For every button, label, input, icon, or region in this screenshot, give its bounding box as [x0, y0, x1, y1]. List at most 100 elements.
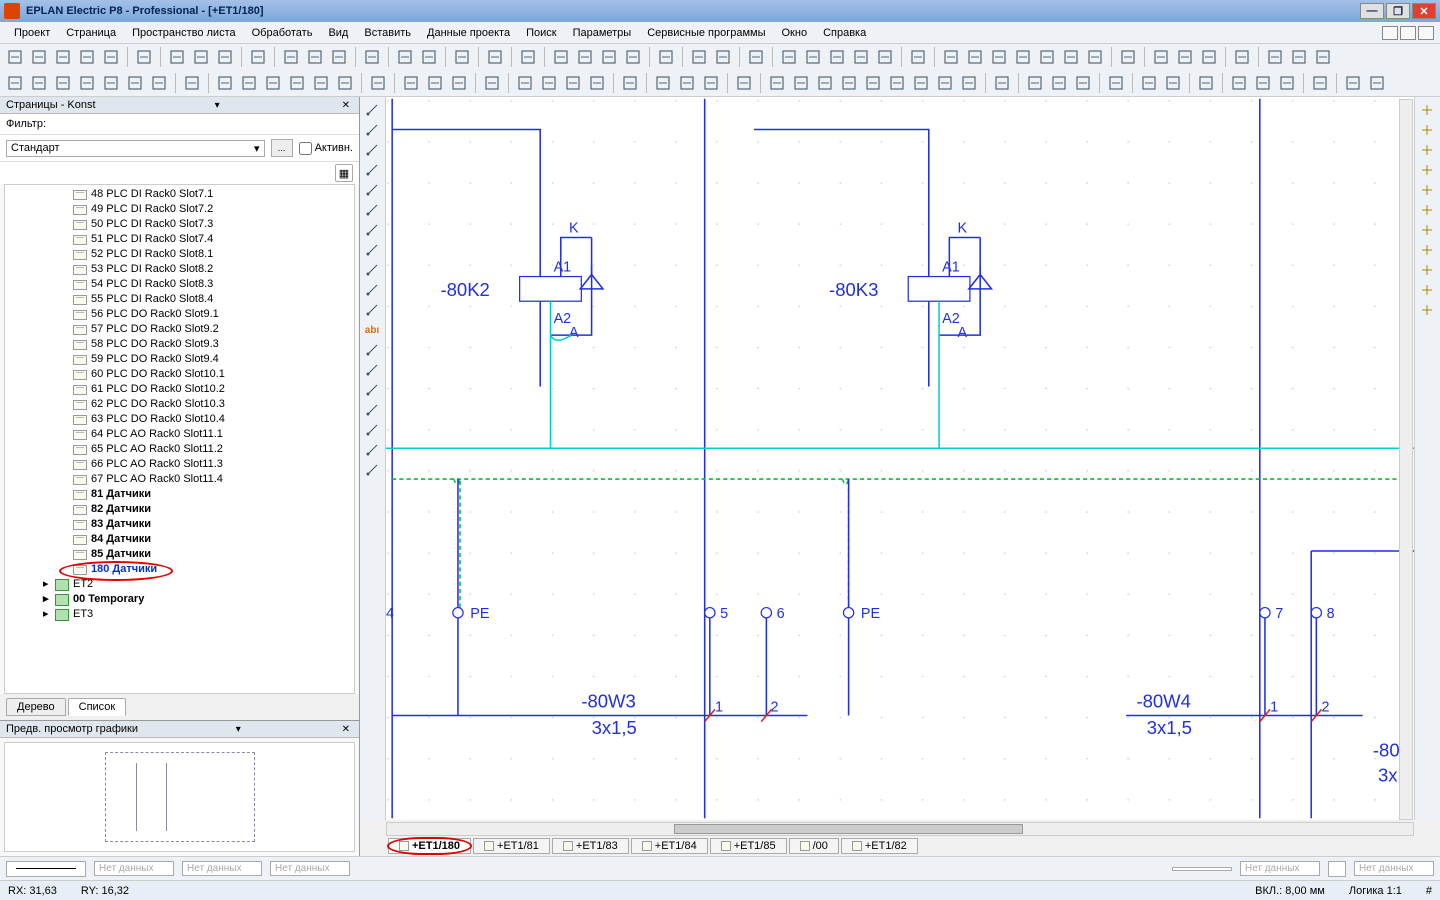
horizontal-scrollbar[interactable]: [386, 822, 1414, 836]
rtool-4-icon[interactable]: [1417, 181, 1437, 199]
toolbar2-btn-1[interactable]: [28, 72, 50, 94]
minimize-button[interactable]: —: [1360, 3, 1384, 19]
toolbar1-btn-30[interactable]: [850, 46, 872, 68]
toolbar2-btn-42[interactable]: [1138, 72, 1160, 94]
toolbar1-btn-4[interactable]: [100, 46, 122, 68]
mdi-minimize[interactable]: [1382, 26, 1398, 40]
toolbar2-btn-36[interactable]: [958, 72, 980, 94]
vtool-dim2-icon[interactable]: [362, 401, 382, 419]
pin-icon[interactable]: ▾: [212, 100, 223, 111]
toolbar2-btn-14[interactable]: [367, 72, 389, 94]
page-tab[interactable]: +ET1/81: [473, 838, 550, 854]
vtool-dim4-icon[interactable]: [362, 441, 382, 459]
tree-page-item[interactable]: 56 PLC DO Rack0 Slot9.1: [5, 307, 354, 322]
tree-folder-item[interactable]: ▸00 Temporary: [5, 592, 354, 607]
tree-page-item[interactable]: 61 PLC DO Rack0 Slot10.2: [5, 382, 354, 397]
vtool-note-icon[interactable]: [362, 461, 382, 479]
toolbar2-btn-34[interactable]: [910, 72, 932, 94]
vtool-meas-icon[interactable]: [362, 361, 382, 379]
toolbar2-btn-37[interactable]: [991, 72, 1013, 94]
toolbar1-btn-34[interactable]: [964, 46, 986, 68]
toolbar2-btn-11[interactable]: [286, 72, 308, 94]
toolbar1-btn-46[interactable]: [1288, 46, 1310, 68]
tree-page-item[interactable]: 64 PLC AO Rack0 Slot11.1: [5, 427, 354, 442]
toolbar1-btn-31[interactable]: [874, 46, 896, 68]
toolbar2-btn-7[interactable]: [181, 72, 203, 94]
menu-options[interactable]: Параметры: [565, 25, 640, 41]
preview-pin-icon[interactable]: ▾: [233, 724, 244, 735]
toolbar2-btn-38[interactable]: [1024, 72, 1046, 94]
toolbar1-btn-15[interactable]: [418, 46, 440, 68]
vtool-dim3-icon[interactable]: [362, 421, 382, 439]
tree-page-item[interactable]: 65 PLC AO Rack0 Slot11.2: [5, 442, 354, 457]
toolbar2-btn-39[interactable]: [1048, 72, 1070, 94]
toolbar2-btn-32[interactable]: [862, 72, 884, 94]
toolbar1-btn-45[interactable]: [1264, 46, 1286, 68]
tree-page-item[interactable]: 50 PLC DI Rack0 Slot7.3: [5, 217, 354, 232]
toolbar1-btn-3[interactable]: [76, 46, 98, 68]
menu-project[interactable]: Проект: [6, 25, 58, 41]
menu-page[interactable]: Страница: [58, 25, 124, 41]
mdi-restore[interactable]: [1400, 26, 1416, 40]
tree-folder-item[interactable]: ▸ET2: [5, 577, 354, 592]
toolbar1-btn-44[interactable]: [1231, 46, 1253, 68]
rtool-8-icon[interactable]: [1417, 261, 1437, 279]
rtool-10-icon[interactable]: [1417, 301, 1437, 319]
menu-projectdata[interactable]: Данные проекта: [419, 25, 518, 41]
toolbar1-btn-35[interactable]: [988, 46, 1010, 68]
panel-close-icon[interactable]: ✕: [339, 100, 353, 111]
toolbar2-btn-18[interactable]: [481, 72, 503, 94]
rtool-5-icon[interactable]: [1417, 201, 1437, 219]
menu-help[interactable]: Справка: [815, 25, 874, 41]
toolbar1-btn-42[interactable]: [1174, 46, 1196, 68]
tab-list[interactable]: Список: [68, 698, 127, 716]
toolbar2-btn-9[interactable]: [238, 72, 260, 94]
toolbar1-btn-6[interactable]: [166, 46, 188, 68]
page-tab[interactable]: +ET1/82: [841, 838, 918, 854]
combo-3[interactable]: Нет данных: [270, 861, 350, 876]
tree-page-item[interactable]: 84 Датчики: [5, 532, 354, 547]
toolbar2-btn-21[interactable]: [562, 72, 584, 94]
vtool-rect2-icon[interactable]: [362, 161, 382, 179]
toolbar2-btn-10[interactable]: [262, 72, 284, 94]
combo-6[interactable]: Нет данных: [1354, 861, 1434, 876]
line-style-combo[interactable]: [6, 861, 86, 877]
combo-4[interactable]: [1172, 867, 1232, 871]
tree-page-item[interactable]: 55 PLC DI Rack0 Slot8.4: [5, 292, 354, 307]
page-tab[interactable]: +ET1/180: [388, 838, 471, 854]
toolbar2-btn-46[interactable]: [1252, 72, 1274, 94]
toolbar2-btn-25[interactable]: [676, 72, 698, 94]
toolbar1-btn-43[interactable]: [1198, 46, 1220, 68]
tree-page-item[interactable]: 83 Датчики: [5, 517, 354, 532]
menu-edit[interactable]: Обработать: [244, 25, 321, 41]
toolbar2-btn-30[interactable]: [814, 72, 836, 94]
tree-page-item[interactable]: 81 Датчики: [5, 487, 354, 502]
vtool-abi-icon[interactable]: abı: [362, 321, 382, 339]
toolbar2-btn-40[interactable]: [1072, 72, 1094, 94]
toolbar2-btn-0[interactable]: [4, 72, 26, 94]
vtool-line2-icon[interactable]: [362, 341, 382, 359]
toolbar1-btn-37[interactable]: [1036, 46, 1058, 68]
vtool-circle-icon[interactable]: [362, 201, 382, 219]
tree-page-item[interactable]: 57 PLC DO Rack0 Slot9.2: [5, 322, 354, 337]
toolbar2-btn-15[interactable]: [400, 72, 422, 94]
tree-page-item[interactable]: 67 PLC AO Rack0 Slot11.4: [5, 472, 354, 487]
toolbar1-btn-19[interactable]: [550, 46, 572, 68]
toolbar2-btn-49[interactable]: [1342, 72, 1364, 94]
color-swatch[interactable]: [1328, 861, 1346, 877]
tree-page-item[interactable]: 66 PLC AO Rack0 Slot11.3: [5, 457, 354, 472]
filter-active-checkbox[interactable]: Активн.: [299, 142, 353, 155]
toolbar2-btn-44[interactable]: [1195, 72, 1217, 94]
toolbar1-btn-22[interactable]: [622, 46, 644, 68]
combo-2[interactable]: Нет данных: [182, 861, 262, 876]
combo-1[interactable]: Нет данных: [94, 861, 174, 876]
vtool-dim-icon[interactable]: [362, 381, 382, 399]
toolbar2-btn-20[interactable]: [538, 72, 560, 94]
maximize-button[interactable]: ❐: [1386, 3, 1410, 19]
menu-view[interactable]: Вид: [320, 25, 356, 41]
toolbar2-btn-47[interactable]: [1276, 72, 1298, 94]
rtool-6-icon[interactable]: [1417, 221, 1437, 239]
menu-utilities[interactable]: Сервисные программы: [639, 25, 773, 41]
rtool-2-icon[interactable]: [1417, 141, 1437, 159]
toolbar2-btn-27[interactable]: [733, 72, 755, 94]
